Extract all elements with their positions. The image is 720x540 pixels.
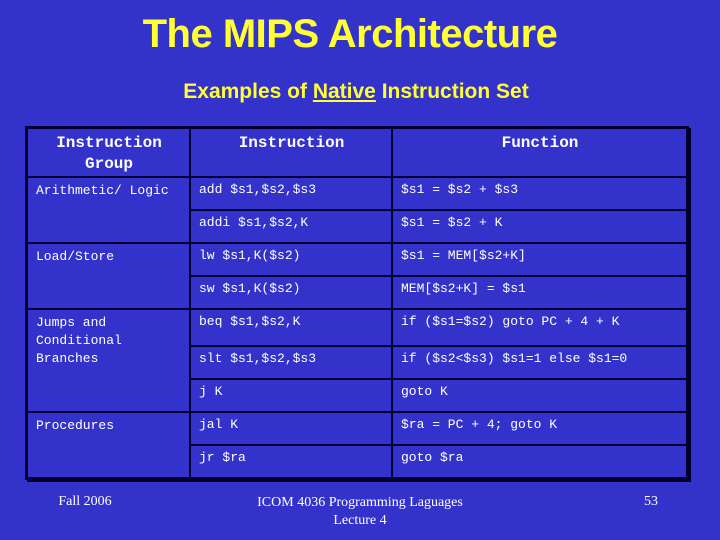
instruction-cell: j K [189,378,393,413]
table-row: Load/Store lw $s1,K($s2) $s1 = MEM[$s2+K] [25,242,689,310]
table-header-row: Instruction Group Instruction Function [25,126,689,178]
header-instruction: Instruction [189,126,393,178]
function-cell: $s1 = $s2 + K [391,209,689,244]
function-cell: $s1 = $s2 + $s3 [391,176,689,211]
footer-date: Fall 2006 [58,494,112,509]
instruction-cell: jr $ra [189,444,393,480]
slide-subtitle: Examples of Native Instruction Set [0,80,712,104]
instruction-group-cell: Load/Store [25,242,191,310]
function-cell: $s1 = MEM[$s2+K] [391,242,689,277]
footer-lecture: Lecture 4 [333,513,387,528]
instruction-cell: lw $s1,K($s2) [189,242,393,277]
instruction-cell: beq $s1,$s2,K [189,308,393,347]
instruction-cell: sw $s1,K($s2) [189,275,393,310]
table-body: Arithmetic/ Logic add $s1,$s2,$s3 $s1 = $s… [25,176,689,480]
instruction-cell: addi $s1,$s2,K [189,209,393,244]
page-number: 53 [644,494,658,509]
instruction-group-cell: Jumps and Conditional Branches [25,308,191,413]
footer-course-title: ICOM 4036 Programming Laguages [257,495,463,510]
function-cell: if ($s2<$s3) $s1=1 else $s1=0 [391,345,689,380]
instruction-cell: jal K [189,411,393,446]
subtitle-post: Instruction Set [375,80,529,103]
subtitle-emphasis: Native [312,80,376,103]
function-cell: goto $ra [391,444,689,480]
table-row: Jumps and Conditional Branches beq $s1,$s… [25,308,689,413]
slide-title: The MIPS Architecture [142,12,558,56]
table-row: Arithmetic/ Logic add $s1,$s2,$s3 $s1 = $s… [25,176,689,244]
subtitle-pre: Examples of [183,80,313,103]
table-row: Procedures jal K $ra = PC + 4; goto K [25,411,689,480]
function-cell: if ($s1=$s2) goto PC + 4 + K [391,308,689,347]
instruction-group-cell: Arithmetic/ Logic [25,176,191,244]
header-instruction-group: Instruction Group [25,126,191,178]
instruction-table: Instruction Group Instruction Function A… [25,126,689,480]
function-cell: goto K [391,378,689,413]
instruction-group-cell: Procedures [25,411,191,480]
function-cell: $ra = PC + 4; goto K [391,411,689,446]
instruction-cell: slt $s1,$s2,$s3 [189,345,393,380]
function-cell: MEM[$s2+K] = $s1 [391,275,689,310]
instruction-cell: add $s1,$s2,$s3 [189,176,393,211]
header-function: Function [391,126,689,178]
footer-course: ICOM 4036 Programming Laguages Lecture 4 [220,494,500,530]
